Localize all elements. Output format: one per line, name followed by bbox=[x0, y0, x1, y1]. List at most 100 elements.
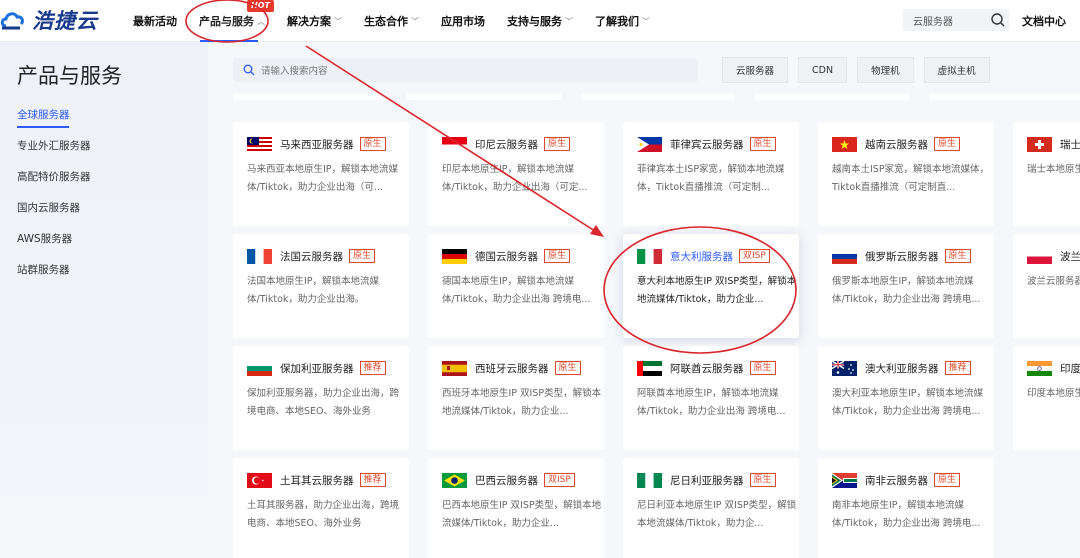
server-card[interactable]: 土耳其云服务器 推荐 土耳其服务器，助力企业出海，跨境电商、本地SEO、海外业务 bbox=[233, 458, 409, 558]
nav-label: 支持与服务 bbox=[507, 15, 562, 28]
previous-row-edge bbox=[233, 94, 1080, 102]
nav-latest-activity[interactable]: 最新活动 bbox=[122, 0, 188, 42]
server-card[interactable]: 越南云服务器 原生越南本土ISP家宽，解锁本地流媒体，Tiktok直播推流（可定制… bbox=[818, 122, 994, 226]
search-icon bbox=[243, 64, 255, 76]
server-card[interactable]: 马来西亚服务器 原生 马来西亚本地原生IP，解锁本地流媒体/Tiktok，助力企业出… bbox=[233, 122, 409, 226]
flag-au-icon bbox=[832, 360, 857, 376]
card-description: 保加利亚服务器，助力企业出海，跨境电商、本地SEO、海外业务 bbox=[247, 388, 400, 417]
nav-app-market[interactable]: 应用市场 bbox=[430, 0, 496, 42]
sidebar: 产品与服务 全球服务器 专业外汇服务器 高配特价服务器 国内云服务器 AWS服务… bbox=[0, 42, 208, 558]
card-header: 越南云服务器 原生 bbox=[832, 136, 994, 152]
header-search-input[interactable]: 云服务器 bbox=[903, 9, 1009, 31]
card-description: 马来西亚本地原生IP，解锁本地流媒体/Tiktok，助力企业出海（可... bbox=[247, 164, 399, 193]
server-card[interactable]: 尼日利亚服务器 原生 尼日利亚本地原生IP 双ISP类型，解锁本地流媒体/Tikto… bbox=[623, 458, 799, 558]
server-card[interactable]: 巴西云服务器 双ISP 巴西本地原生IP 双ISP类型，解锁本地流媒体/Tiktok… bbox=[428, 458, 604, 558]
card-header: 阿联酋云服务器 原生 bbox=[637, 360, 799, 376]
card-header: 法国云服务器 原生 bbox=[247, 248, 409, 264]
nav-label: 产品与服务 bbox=[199, 15, 254, 28]
hot-badge: HOT bbox=[247, 0, 274, 12]
flag-es-icon bbox=[442, 360, 467, 376]
card-header: 土耳其云服务器 推荐 bbox=[247, 472, 409, 488]
card-tag: 原生 bbox=[749, 473, 776, 487]
cloud-logo-icon bbox=[0, 9, 30, 31]
card-tag: 原生 bbox=[749, 361, 776, 375]
card-title: 西班牙云服务器 bbox=[475, 362, 549, 375]
server-card[interactable]: 阿联酋云服务器 原生 阿联酋本地原生IP，解锁本地流媒体/Tiktok，助力企业出海… bbox=[623, 346, 799, 450]
card-title: 越南云服务器 bbox=[865, 138, 928, 151]
flag-it-icon bbox=[637, 248, 662, 264]
card-title: 印尼云服务器 bbox=[475, 138, 538, 151]
card-header: 印尼云服务器 原生 bbox=[442, 136, 604, 152]
card-tag: 原生 bbox=[359, 137, 386, 151]
nav-solutions[interactable]: 解决方案 ﹀ bbox=[276, 0, 353, 42]
nav-label: 了解我们 bbox=[595, 15, 639, 28]
chip-cloud-server[interactable]: 云服务器 bbox=[722, 57, 789, 83]
nav-support[interactable]: 支持与服务 ﹀ bbox=[496, 0, 584, 42]
server-card[interactable]: 意大利服务器 双ISP 意大利本地原生IP 双ISP类型，解锁本地流媒体/Tikto… bbox=[623, 234, 799, 338]
brand-name: 浩捷云 bbox=[32, 9, 98, 33]
doc-center-link[interactable]: 文档中心 bbox=[1022, 0, 1066, 42]
card-header: 菲律宾云服务器 原生 bbox=[637, 136, 799, 152]
server-card[interactable]: 保加利亚服务器 推荐 保加利亚服务器，助力企业出海，跨境电商、本地SEO、海外业务 bbox=[233, 346, 409, 450]
server-card[interactable]: 菲律宾云服务器 原生 菲律宾本土ISP家宽，解锁本地流媒体，Tiktok直播推流（可… bbox=[623, 122, 799, 226]
server-card[interactable]: 俄罗斯云服务器 原生 俄罗斯本地原生IP，解锁本地流媒体/Tiktok，助力企业出海… bbox=[818, 234, 994, 338]
card-title: 尼日利亚服务器 bbox=[670, 474, 744, 487]
server-card[interactable]: 西班牙云服务器 原生 西班牙本地原生IP 双ISP类型，解锁本地流媒体/Tiktok… bbox=[428, 346, 604, 450]
chip-cdn[interactable]: CDN bbox=[798, 57, 848, 83]
flag-ae-icon bbox=[637, 360, 662, 376]
card-header: 尼日利亚服务器 原生 bbox=[637, 472, 799, 488]
chevron-down-icon: ﹀ bbox=[642, 16, 650, 26]
server-card[interactable]: 波兰云波兰云服务器，助跨境电商、本地SE bbox=[1013, 234, 1080, 338]
card-description: 波兰云服务器，助跨境电商、本地SE bbox=[1027, 276, 1080, 287]
flag-pl-icon bbox=[1027, 248, 1052, 264]
search-icon[interactable] bbox=[987, 9, 1009, 31]
sidebar-item-domestic-cloud[interactable]: 国内云服务器 bbox=[17, 201, 91, 232]
card-tag: 原生 bbox=[749, 137, 776, 151]
card-description: 意大利本地原生IP 双ISP类型，解锁本地流媒体/Tiktok，助力企业... bbox=[637, 276, 797, 305]
nav-about[interactable]: 了解我们 ﹀ bbox=[584, 0, 661, 42]
card-tag: 双ISP bbox=[739, 249, 770, 263]
nav-products[interactable]: 产品与服务 ︿ HOT bbox=[188, 0, 276, 42]
server-card[interactable]: 印度云印度本地原生IP，体/Tiktok，助 bbox=[1013, 346, 1080, 450]
sidebar-item-aws[interactable]: AWS服务器 bbox=[17, 232, 91, 263]
nav-ecosystem[interactable]: 生态合作 ﹀ bbox=[353, 0, 430, 42]
sidebar-item-high-spec-servers[interactable]: 高配特价服务器 bbox=[17, 170, 91, 201]
card-title: 俄罗斯云服务器 bbox=[865, 250, 939, 263]
card-title: 瑞士云 bbox=[1060, 138, 1080, 151]
flag-vn-icon bbox=[832, 136, 857, 152]
card-description: 澳大利亚本地原生IP，解锁本地流媒体/Tiktok，助力企业出海 跨境电... bbox=[832, 388, 984, 417]
chip-physical[interactable]: 物理机 bbox=[857, 57, 914, 83]
card-header: 德国云服务器 原生 bbox=[442, 248, 604, 264]
chevron-down-icon: ﹀ bbox=[334, 16, 342, 26]
header-search-placeholder: 云服务器 bbox=[913, 16, 953, 28]
chip-vhost[interactable]: 虚拟主机 bbox=[923, 57, 990, 83]
card-description: 印度本地原生IP，体/Tiktok，助 bbox=[1027, 388, 1080, 399]
product-search-input[interactable]: 请输入搜索内容 bbox=[233, 58, 698, 82]
card-title: 南非云服务器 bbox=[865, 474, 928, 487]
search-placeholder: 请输入搜索内容 bbox=[261, 66, 328, 77]
flag-id-icon bbox=[442, 136, 467, 152]
card-title: 德国云服务器 bbox=[475, 250, 538, 263]
flag-bg-icon bbox=[247, 360, 272, 376]
card-tag: 原生 bbox=[934, 137, 961, 151]
card-title: 印度云 bbox=[1060, 362, 1080, 375]
server-card[interactable]: 德国云服务器 原生德国本地原生IP，解锁本地流媒体/Tiktok，助力企业出海 跨… bbox=[428, 234, 604, 338]
card-tag: 双ISP bbox=[544, 473, 575, 487]
card-tag: 原生 bbox=[544, 137, 571, 151]
server-card[interactable]: 澳大利亚服务器 推荐 澳大利亚本地原生IP，解锁本地流媒体/Tiktok，助力企业出… bbox=[818, 346, 994, 450]
card-title: 澳大利亚服务器 bbox=[865, 362, 939, 375]
card-description: 巴西本地原生IP 双ISP类型，解锁本地流媒体/Tiktok，助力企业... bbox=[442, 500, 602, 529]
card-header: 巴西云服务器 双ISP bbox=[442, 472, 604, 488]
sidebar-item-site-group[interactable]: 站群服务器 bbox=[17, 263, 91, 294]
server-card[interactable]: 南非云服务器 原生 南非本地原生IP，解锁本地流媒体/Tiktok，助力企业出海 跨… bbox=[818, 458, 994, 558]
server-card[interactable]: 瑞士云瑞士本地原生IP，体/Tiktok，助 bbox=[1013, 122, 1080, 226]
sidebar-item-forex-servers[interactable]: 专业外汇服务器 bbox=[17, 139, 91, 170]
card-tag: 原生 bbox=[934, 473, 961, 487]
server-card[interactable]: 印尼云服务器 原生 印尼本地原生IP，解锁本地流媒体/Tiktok，助力企业出海（可… bbox=[428, 122, 604, 226]
brand-logo[interactable]: 浩捷云 bbox=[0, 6, 98, 34]
server-card[interactable]: 法国云服务器 原生 法国本地原生IP，解锁本地流媒体/Tiktok，助力企业出海。 bbox=[233, 234, 409, 338]
card-description: 德国本地原生IP，解锁本地流媒体/Tiktok，助力企业出海 跨境电... bbox=[442, 276, 591, 305]
category-chips: 云服务器 CDN 物理机 虚拟主机 bbox=[722, 57, 1000, 83]
sidebar-item-global-servers[interactable]: 全球服务器 bbox=[17, 108, 91, 139]
card-description: 越南本土ISP家宽，解锁本地流媒体，Tiktok直播推流（可定制直... bbox=[832, 164, 990, 193]
